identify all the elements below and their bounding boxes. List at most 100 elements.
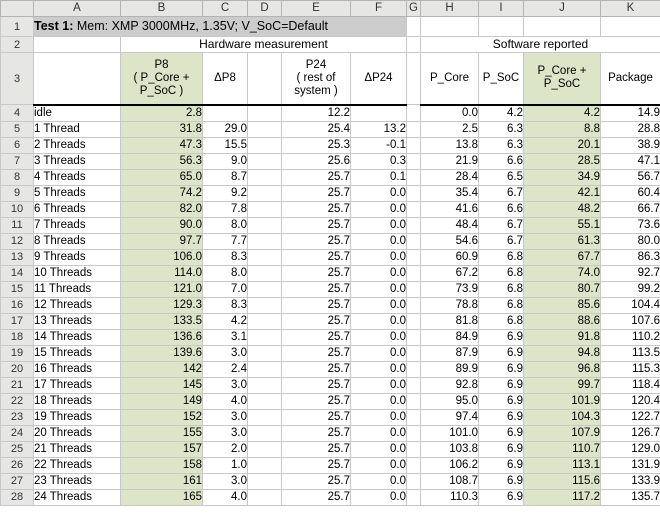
cell-j5[interactable]: 8.8 bbox=[523, 120, 601, 138]
cell-f22[interactable]: 0.0 bbox=[350, 392, 407, 410]
cell-g11[interactable] bbox=[406, 216, 421, 234]
cell-i27[interactable]: 6.9 bbox=[478, 472, 524, 490]
cell-d15[interactable] bbox=[247, 280, 282, 298]
row-header-8[interactable]: 8 bbox=[0, 168, 34, 186]
cell-i7[interactable]: 6.6 bbox=[478, 152, 524, 170]
cell-a17[interactable]: 13 Threads bbox=[33, 312, 121, 330]
cell-b6[interactable]: 47.3 bbox=[120, 136, 203, 154]
row-header-20[interactable]: 20 bbox=[0, 360, 34, 378]
cell-a20[interactable]: 16 Threads bbox=[33, 360, 121, 378]
cell-g13[interactable] bbox=[406, 248, 421, 266]
cell-f7[interactable]: 0.3 bbox=[350, 152, 407, 170]
cell-b10[interactable]: 82.0 bbox=[120, 200, 203, 218]
cell-i12[interactable]: 6.7 bbox=[478, 232, 524, 250]
column-header-e[interactable]: E bbox=[281, 0, 351, 17]
cell-d11[interactable] bbox=[247, 216, 282, 234]
header-delta-p8[interactable]: ΔP8 bbox=[202, 52, 248, 106]
cell-b21[interactable]: 145 bbox=[120, 376, 203, 394]
cell-c12[interactable]: 7.7 bbox=[202, 232, 248, 250]
cell-g9[interactable] bbox=[406, 184, 421, 202]
cell-h5[interactable]: 2.5 bbox=[420, 120, 479, 138]
cell-b26[interactable]: 158 bbox=[120, 456, 203, 474]
cell-c23[interactable]: 3.0 bbox=[202, 408, 248, 426]
row-header-24[interactable]: 24 bbox=[0, 424, 34, 442]
cell-k11[interactable]: 73.6 bbox=[600, 216, 660, 234]
cell-d24[interactable] bbox=[247, 424, 282, 442]
row-header-5[interactable]: 5 bbox=[0, 120, 34, 138]
cell-k1[interactable] bbox=[600, 16, 660, 37]
cell-c21[interactable]: 3.0 bbox=[202, 376, 248, 394]
cell-a5[interactable]: 1 Thread bbox=[33, 120, 121, 138]
cell-j11[interactable]: 55.1 bbox=[523, 216, 601, 234]
cell-i15[interactable]: 6.8 bbox=[478, 280, 524, 298]
cell-i19[interactable]: 6.9 bbox=[478, 344, 524, 362]
cell-e21[interactable]: 25.7 bbox=[281, 376, 351, 394]
row-header-14[interactable]: 14 bbox=[0, 264, 34, 282]
cell-i11[interactable]: 6.7 bbox=[478, 216, 524, 234]
row-header-10[interactable]: 10 bbox=[0, 200, 34, 218]
cell-g20[interactable] bbox=[406, 360, 421, 378]
cell-d20[interactable] bbox=[247, 360, 282, 378]
cell-i25[interactable]: 6.9 bbox=[478, 440, 524, 458]
cell-c9[interactable]: 9.2 bbox=[202, 184, 248, 202]
cell-d23[interactable] bbox=[247, 408, 282, 426]
cell-i20[interactable]: 6.9 bbox=[478, 360, 524, 378]
cell-e9[interactable]: 25.7 bbox=[281, 184, 351, 202]
row-header-23[interactable]: 23 bbox=[0, 408, 34, 426]
cell-a7[interactable]: 3 Threads bbox=[33, 152, 121, 170]
cell-d5[interactable] bbox=[247, 120, 282, 138]
cell-h4[interactable]: 0.0 bbox=[420, 104, 479, 122]
group-header-hardware[interactable]: Hardware measurement bbox=[120, 36, 407, 53]
cell-a25[interactable]: 21 Threads bbox=[33, 440, 121, 458]
cell-f15[interactable]: 0.0 bbox=[350, 280, 407, 298]
header-p-soc[interactable]: P_SoC bbox=[478, 52, 524, 106]
cell-h12[interactable]: 54.6 bbox=[420, 232, 479, 250]
cell-h20[interactable]: 89.9 bbox=[420, 360, 479, 378]
column-header-b[interactable]: B bbox=[120, 0, 203, 17]
cell-j22[interactable]: 101.9 bbox=[523, 392, 601, 410]
row-header-1[interactable]: 1 bbox=[0, 16, 34, 37]
cell-b9[interactable]: 74.2 bbox=[120, 184, 203, 202]
cell-a28[interactable]: 24 Threads bbox=[33, 488, 121, 506]
row-header-17[interactable]: 17 bbox=[0, 312, 34, 330]
cell-f17[interactable]: 0.0 bbox=[350, 312, 407, 330]
cell-k8[interactable]: 56.7 bbox=[600, 168, 660, 186]
cell-k24[interactable]: 126.7 bbox=[600, 424, 660, 442]
cell-g2[interactable] bbox=[406, 36, 421, 53]
cell-j18[interactable]: 91.8 bbox=[523, 328, 601, 346]
cell-h24[interactable]: 101.0 bbox=[420, 424, 479, 442]
cell-i23[interactable]: 6.9 bbox=[478, 408, 524, 426]
cell-f26[interactable]: 0.0 bbox=[350, 456, 407, 474]
cell-e22[interactable]: 25.7 bbox=[281, 392, 351, 410]
cell-i18[interactable]: 6.9 bbox=[478, 328, 524, 346]
row-header-13[interactable]: 13 bbox=[0, 248, 34, 266]
cell-b20[interactable]: 142 bbox=[120, 360, 203, 378]
cell-i8[interactable]: 6.5 bbox=[478, 168, 524, 186]
cell-k27[interactable]: 133.9 bbox=[600, 472, 660, 490]
cell-h14[interactable]: 67.2 bbox=[420, 264, 479, 282]
cell-b7[interactable]: 56.3 bbox=[120, 152, 203, 170]
cell-h1[interactable] bbox=[420, 16, 479, 37]
cell-g28[interactable] bbox=[406, 488, 421, 506]
column-header-i[interactable]: I bbox=[478, 0, 524, 17]
cell-d27[interactable] bbox=[247, 472, 282, 490]
column-header-d[interactable]: D bbox=[247, 0, 282, 17]
cell-c28[interactable]: 4.0 bbox=[202, 488, 248, 506]
cell-e26[interactable]: 25.7 bbox=[281, 456, 351, 474]
cell-f16[interactable]: 0.0 bbox=[350, 296, 407, 314]
cell-c20[interactable]: 2.4 bbox=[202, 360, 248, 378]
cell-k9[interactable]: 60.4 bbox=[600, 184, 660, 202]
cell-i10[interactable]: 6.6 bbox=[478, 200, 524, 218]
cell-f18[interactable]: 0.0 bbox=[350, 328, 407, 346]
cell-h6[interactable]: 13.8 bbox=[420, 136, 479, 154]
cell-b19[interactable]: 139.6 bbox=[120, 344, 203, 362]
cell-a26[interactable]: 22 Threads bbox=[33, 456, 121, 474]
cell-k19[interactable]: 113.5 bbox=[600, 344, 660, 362]
cell-j1[interactable] bbox=[523, 16, 601, 37]
cell-d28[interactable] bbox=[247, 488, 282, 506]
column-header-c[interactable]: C bbox=[202, 0, 248, 17]
cell-e18[interactable]: 25.7 bbox=[281, 328, 351, 346]
row-header-28[interactable]: 28 bbox=[0, 488, 34, 506]
cell-c26[interactable]: 1.0 bbox=[202, 456, 248, 474]
cell-a9[interactable]: 5 Threads bbox=[33, 184, 121, 202]
